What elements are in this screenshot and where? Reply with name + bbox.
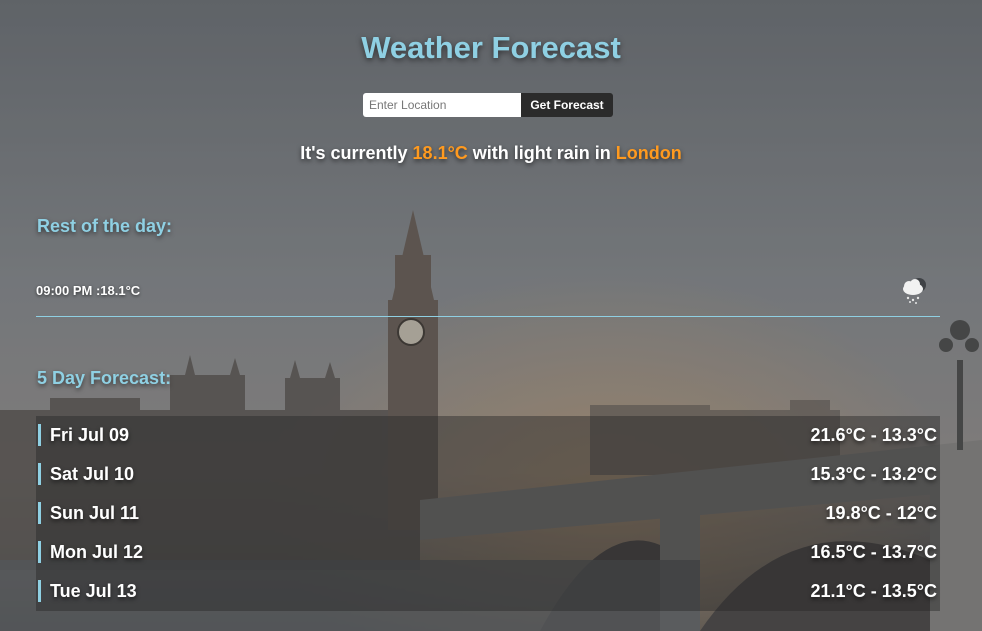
forecast-temp-range: 16.5°C - 13.7°C bbox=[810, 542, 937, 562]
forecast-day-row: Fri Jul 09 21.6°C - 13.3°C bbox=[36, 416, 940, 455]
rest-of-day-heading: Rest of the day: bbox=[37, 216, 173, 236]
location-input[interactable] bbox=[363, 93, 521, 117]
current-temperature: 18.1°C bbox=[412, 143, 468, 163]
row-accent-bar bbox=[38, 541, 41, 563]
forecast-list: Fri Jul 09 21.6°C - 13.3°C Sat Jul 10 15… bbox=[36, 416, 940, 611]
row-accent-bar bbox=[38, 424, 41, 446]
search-form: Get Forecast bbox=[363, 93, 613, 117]
forecast-temp-range: 21.6°C - 13.3°C bbox=[810, 425, 937, 445]
forecast-day-name: Sat Jul 10 bbox=[50, 464, 135, 484]
get-forecast-button[interactable]: Get Forecast bbox=[521, 93, 613, 117]
forecast-day-name: Tue Jul 13 bbox=[50, 581, 137, 601]
forecast-day-name: Sun Jul 11 bbox=[50, 503, 140, 523]
hourly-item: 09:00 PM :18.1°C bbox=[36, 272, 940, 317]
forecast-day-row: Tue Jul 13 21.1°C - 13.5°C bbox=[36, 572, 940, 611]
current-location: London bbox=[615, 143, 682, 163]
row-accent-bar bbox=[38, 463, 41, 485]
five-day-forecast-heading: 5 Day Forecast: bbox=[37, 368, 172, 388]
current-middle: with light rain in bbox=[467, 143, 616, 163]
forecast-day-row: Sun Jul 11 19.8°C - 12°C bbox=[36, 494, 940, 533]
hourly-item-text: 09:00 PM :18.1°C bbox=[36, 283, 141, 298]
forecast-day-row: Mon Jul 12 16.5°C - 13.7°C bbox=[36, 533, 940, 572]
page-title: Weather Forecast bbox=[361, 30, 621, 65]
current-conditions: It's currently 18.1°C with light rain in… bbox=[0, 143, 982, 164]
forecast-day-row: Sat Jul 10 15.3°C - 13.2°C bbox=[36, 455, 940, 494]
current-prefix: It's currently bbox=[300, 143, 413, 163]
app-container: Weather Forecast Get Forecast It's curre… bbox=[0, 0, 982, 631]
forecast-day-name: Fri Jul 09 bbox=[50, 425, 130, 445]
row-accent-bar bbox=[38, 502, 41, 524]
row-accent-bar bbox=[38, 580, 41, 602]
forecast-temp-range: 21.1°C - 13.5°C bbox=[810, 581, 937, 601]
rain-cloud-icon bbox=[903, 278, 926, 304]
forecast-day-name: Mon Jul 12 bbox=[50, 542, 144, 562]
forecast-temp-range: 15.3°C - 13.2°C bbox=[810, 464, 937, 484]
forecast-temp-range: 19.8°C - 12°C bbox=[825, 503, 937, 523]
